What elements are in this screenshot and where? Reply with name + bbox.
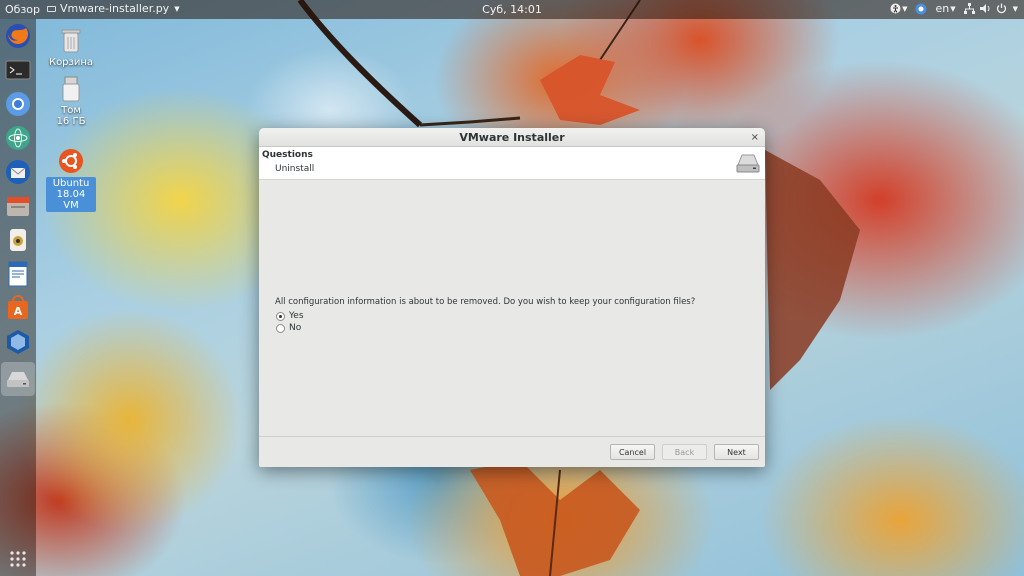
usb-drive-icon bbox=[62, 76, 80, 102]
dock: A bbox=[0, 19, 36, 576]
power-icon bbox=[996, 3, 1006, 14]
accessibility-icon bbox=[890, 3, 901, 14]
app-menu-label: Vmware-installer.py bbox=[60, 2, 170, 15]
language-label: en bbox=[935, 2, 950, 15]
dialog-content: All configuration information is about t… bbox=[259, 181, 765, 436]
desktop-icon-label: Корзина bbox=[48, 57, 94, 68]
dock-item-thunderbird[interactable] bbox=[4, 158, 32, 186]
system-menu[interactable]: ▼ bbox=[963, 3, 1018, 14]
top-bar: Обзор Vmware-installer.py ▼ Суб, 14:01 ▼… bbox=[0, 0, 1024, 19]
desktop-icon-label-line: Ubuntu bbox=[52, 178, 90, 189]
radio-option-no[interactable]: No bbox=[276, 323, 301, 333]
app-menu[interactable]: Vmware-installer.py ▼ bbox=[47, 2, 180, 15]
radio-button[interactable] bbox=[276, 323, 285, 333]
dock-item-firefox[interactable] bbox=[4, 22, 32, 50]
dock-item-virtualbox[interactable] bbox=[4, 328, 32, 356]
chevron-down-icon: ▼ bbox=[174, 4, 180, 13]
desktop-icon-label-line: 18.04 VM bbox=[56, 189, 86, 211]
ubuntu-logo-icon bbox=[59, 149, 83, 173]
dock-item-writer[interactable] bbox=[4, 260, 32, 288]
desktop-icon-ubuntu-vm[interactable]: Ubuntu 18.04 VM bbox=[46, 148, 96, 212]
libreoffice-writer-icon bbox=[8, 261, 28, 287]
atom-icon bbox=[6, 126, 30, 150]
desktop-icon-volume[interactable]: Том 16 ГБ bbox=[46, 76, 96, 127]
next-button[interactable]: Next bbox=[714, 444, 759, 460]
header-title: Questions bbox=[262, 150, 313, 160]
question-text: All configuration information is about t… bbox=[275, 297, 696, 307]
virtualbox-icon bbox=[7, 330, 29, 354]
vmware-installer-icon bbox=[7, 372, 29, 387]
language-selector[interactable]: en ▼ bbox=[935, 2, 955, 15]
clock[interactable]: Суб, 14:01 bbox=[482, 3, 542, 16]
chevron-down-icon: ▼ bbox=[950, 4, 956, 13]
dock-item-terminal[interactable] bbox=[4, 56, 32, 84]
chevron-down-icon: ▼ bbox=[1012, 4, 1018, 13]
thunderbird-icon bbox=[6, 160, 30, 184]
files-icon bbox=[7, 197, 29, 216]
dialog-header: Questions Uninstall bbox=[259, 147, 765, 180]
dock-item-rhythmbox[interactable] bbox=[4, 226, 32, 254]
chevron-down-icon: ▼ bbox=[902, 4, 908, 13]
close-button[interactable]: × bbox=[751, 128, 759, 147]
software-center-icon: A bbox=[8, 295, 28, 319]
volume-icon bbox=[979, 4, 990, 13]
system-tray[interactable]: ▼ en ▼ ▼ bbox=[890, 2, 1018, 15]
dialog-title: VMware Installer bbox=[459, 131, 565, 144]
radio-button-checked[interactable] bbox=[276, 311, 285, 321]
hard-drive-icon bbox=[736, 154, 760, 173]
rhythmbox-icon bbox=[10, 229, 26, 251]
show-apps-button[interactable] bbox=[4, 545, 32, 573]
desktop-icon-label-selected: Ubuntu 18.04 VM bbox=[46, 177, 96, 212]
dock-item-software[interactable]: A bbox=[4, 294, 32, 322]
desktop-icon-label: Том 16 ГБ bbox=[56, 105, 86, 127]
dock-item-vmware-installer[interactable] bbox=[1, 362, 35, 396]
chromium-icon bbox=[6, 92, 30, 116]
vmware-installer-dialog: VMware Installer × Questions Uninstall A… bbox=[259, 128, 765, 467]
trash-icon bbox=[61, 29, 81, 53]
dock-item-files[interactable] bbox=[4, 192, 32, 220]
chrome-remote-icon[interactable] bbox=[915, 3, 927, 15]
radio-label: No bbox=[289, 323, 302, 333]
radio-option-yes[interactable]: Yes bbox=[276, 311, 304, 321]
desktop-icon-trash[interactable]: Корзина bbox=[46, 28, 96, 68]
app-window-icon bbox=[47, 5, 56, 12]
firefox-icon bbox=[6, 24, 30, 48]
accessibility-menu[interactable]: ▼ bbox=[890, 3, 907, 14]
show-apps-icon bbox=[10, 551, 26, 567]
cancel-button[interactable]: Cancel bbox=[610, 444, 655, 460]
network-icon bbox=[963, 3, 975, 14]
dock-item-chromium[interactable] bbox=[4, 90, 32, 118]
dock-item-atom[interactable] bbox=[4, 124, 32, 152]
terminal-icon bbox=[5, 60, 31, 80]
activities-button[interactable]: Обзор bbox=[5, 3, 40, 16]
footer-divider bbox=[259, 436, 765, 437]
header-subtitle: Uninstall bbox=[275, 164, 315, 174]
svg-text:A: A bbox=[14, 305, 23, 318]
radio-label: Yes bbox=[289, 311, 304, 321]
back-button[interactable]: Back bbox=[662, 444, 707, 460]
dialog-titlebar[interactable]: VMware Installer × bbox=[259, 128, 765, 147]
